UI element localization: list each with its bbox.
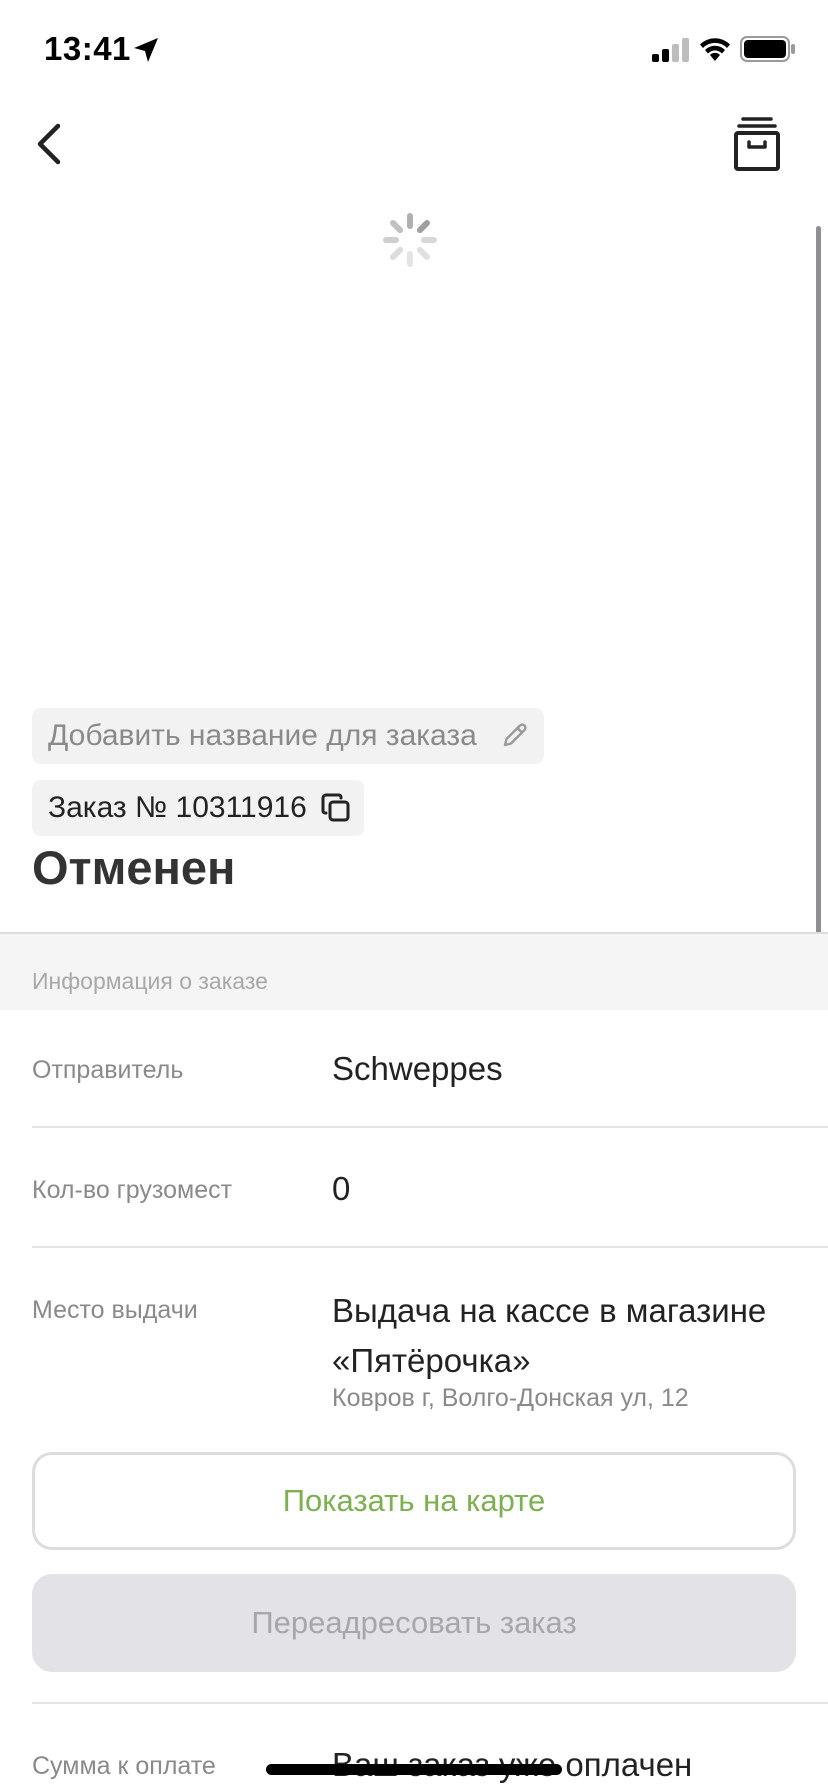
pencil-icon (503, 723, 527, 747)
redirect-order-button[interactable]: Переадресовать заказ (32, 1574, 796, 1672)
status-bar: 13:41 (0, 0, 828, 100)
order-status: Отменен (32, 841, 236, 894)
order-name-placeholder: Добавить название для заказа (48, 719, 477, 752)
sender-label: Отправитель (32, 1056, 184, 1084)
archive-box-icon (734, 117, 780, 171)
loading-spinner-icon (383, 213, 437, 267)
status-time: 13:41 (44, 30, 131, 67)
pickup-point-value: Выдача на кассе в магазине «Пятёрочка» (332, 1292, 767, 1379)
wifi-icon (700, 38, 730, 61)
pickup-point-label: Место выдачи (32, 1296, 198, 1324)
parcels-count-label: Кол-во грузомест (32, 1176, 233, 1204)
order-number-copy-button[interactable]: Заказ № 10311916 (32, 780, 364, 836)
redirect-order-label: Переадресовать заказ (251, 1605, 577, 1640)
row-divider (32, 1126, 828, 1128)
section-title: Информация о заказе (32, 968, 268, 994)
location-arrow-icon (134, 38, 158, 62)
sender-value: Schweppes (332, 1050, 503, 1087)
copy-icon (321, 793, 350, 822)
back-button[interactable] (18, 114, 78, 174)
row-divider (32, 1246, 828, 1248)
battery-icon (740, 36, 795, 62)
pickup-point-address: Ковров г, Волго-Донская ул, 12 (332, 1384, 689, 1412)
add-order-name-button[interactable]: Добавить название для заказа (32, 708, 544, 764)
nav-bar (0, 100, 828, 190)
scroll-indicator[interactable] (816, 226, 821, 936)
order-number-label: Заказ № 10311916 (48, 791, 307, 824)
archive-button[interactable] (726, 108, 788, 180)
payment-label: Сумма к оплате (32, 1752, 216, 1780)
show-on-map-button[interactable]: Показать на карте (32, 1452, 796, 1550)
order-info-section-header: Информация о заказе (0, 934, 828, 1010)
parcels-count-value: 0 (332, 1170, 351, 1207)
row-divider (32, 1702, 828, 1704)
home-indicator[interactable] (266, 1764, 562, 1775)
show-on-map-label: Показать на карте (282, 1483, 546, 1518)
chevron-left-icon (37, 123, 61, 165)
signal-icon (652, 38, 689, 62)
